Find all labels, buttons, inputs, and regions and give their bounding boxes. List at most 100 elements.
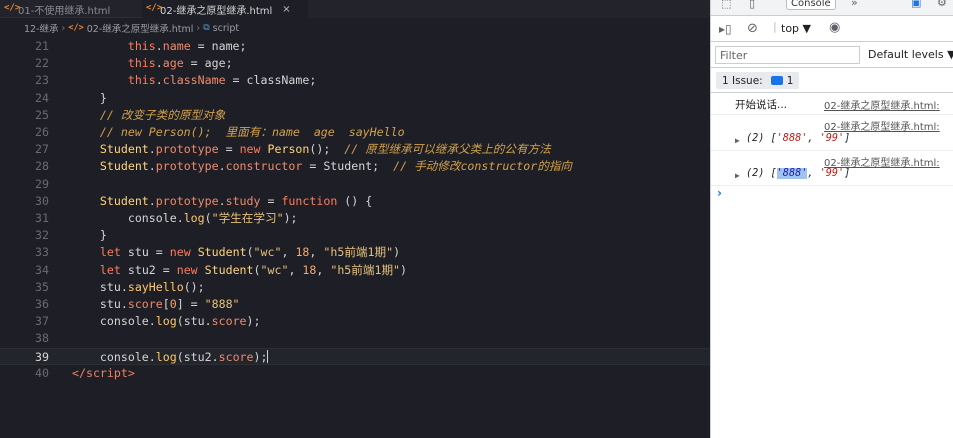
code-line[interactable]: 22 this.age = age;	[0, 55, 710, 72]
code-line[interactable]: 37 console.log(stu.score);	[0, 313, 710, 330]
code-token: "h5前端1期"	[330, 262, 401, 277]
tab-console[interactable]: Console	[786, 0, 836, 10]
code-token: new	[176, 262, 198, 277]
code-token: );	[246, 314, 261, 329]
issue-bubble-icon	[770, 76, 783, 85]
tab-01-no-inheritance[interactable]: </> 01-不使用继承.html	[0, 0, 142, 18]
code-token: score	[218, 349, 254, 364]
code-token: "wc"	[253, 245, 282, 260]
sidebar-toggle-icon[interactable]: ▸▯	[719, 22, 732, 36]
array-item-selected: '888'	[776, 168, 808, 179]
code-token: [	[162, 297, 170, 311]
html-file-icon: </>	[4, 3, 21, 13]
settings-icon[interactable]: ⚙	[937, 0, 947, 9]
code-line[interactable]: 25 // 改变子类的原型对象	[0, 107, 710, 124]
symbol-icon: ⧉	[203, 23, 210, 33]
live-expression-eye-icon[interactable]: ◉	[829, 20, 840, 35]
code-line[interactable]: 34 let stu2 = new Student("wc", 18, "h5前…	[0, 262, 710, 279]
code-token: "h5前端1期"	[323, 245, 394, 260]
tab-label: 02-继承之原型继承.html	[160, 5, 273, 17]
code-line[interactable]: 26 // new Person(); 里面有：name age sayHell…	[0, 124, 710, 141]
device-toolbar-icon[interactable]: ▯	[749, 0, 755, 10]
code-token: log	[155, 349, 177, 364]
tab-02-prototype-inheritance[interactable]: </> 02-继承之原型继承.html ×	[142, 0, 308, 18]
code-token: (	[246, 245, 254, 260]
code-token: = className;	[225, 73, 317, 88]
code-line[interactable]: 31 console.log("学生在学习");	[0, 210, 710, 227]
code-line[interactable]: 27 Student.prototype = new Person(); // …	[0, 141, 710, 158]
code-token: // 改变子类的原型对象	[99, 107, 226, 122]
code-token: name	[162, 39, 191, 53]
code-line[interactable]: 40 </script>	[0, 365, 710, 382]
code-line[interactable]: 33 let stu = new Student("wc", 18, "h5前端…	[0, 244, 710, 261]
code-token: stu.	[72, 279, 128, 294]
code-token: stu.	[72, 297, 128, 311]
code-line[interactable]: 29	[0, 176, 710, 193]
code-token: Student	[99, 193, 149, 208]
context-value: top	[781, 22, 800, 35]
code-token: "888"	[204, 297, 240, 311]
log-levels-dropdown[interactable]: Default levels ▼	[868, 48, 953, 61]
code-token: "wc"	[260, 262, 289, 277]
tab-label: 01-不使用继承.html	[18, 5, 111, 17]
breadcrumb-folder[interactable]: 12-继承	[24, 21, 59, 35]
code-token: .	[218, 159, 226, 174]
code-text: stu.sayHello();	[72, 279, 205, 296]
code-token: log	[155, 314, 177, 329]
code-token: ] =	[176, 297, 205, 311]
code-editor: </> 01-不使用继承.html </> 02-继承之原型继承.html × …	[0, 0, 710, 438]
code-line[interactable]: 24 }	[0, 90, 710, 107]
expand-triangle-icon[interactable]: ▶	[735, 136, 740, 145]
filter-input[interactable]: Filter	[715, 46, 860, 64]
issues-icon[interactable]: ▣	[911, 0, 921, 9]
expand-triangle-icon[interactable]: ▶	[735, 171, 740, 180]
close-tab-icon[interactable]: ×	[282, 4, 290, 15]
code-token: () {	[337, 193, 373, 208]
array-item: '99'	[819, 168, 845, 179]
code-line[interactable]: 39 console.log(stu2.score);	[0, 347, 710, 365]
code-line[interactable]: 28 Student.prototype.constructor = Stude…	[0, 158, 710, 175]
inspect-element-icon[interactable]: ⬚	[721, 0, 731, 10]
code-token: Student	[197, 245, 247, 260]
line-number: 27	[35, 142, 49, 157]
clear-console-icon[interactable]: ⊘	[747, 21, 758, 36]
code-token: Student	[204, 262, 254, 277]
code-text: }	[72, 90, 107, 107]
code-token: .	[148, 159, 156, 174]
breadcrumb: 12-继承 › </> 02-继承之原型继承.html › ⧉ script	[24, 20, 239, 36]
line-number: 38	[35, 331, 49, 346]
array-preview[interactable]: (2) ['888', '99']	[746, 168, 850, 179]
code-line[interactable]: 32 }	[0, 227, 710, 244]
breadcrumb-file[interactable]: 02-继承之原型继承.html	[87, 21, 194, 35]
array-preview[interactable]: (2) ['888', '99']	[746, 133, 850, 144]
code-token: console.	[72, 211, 184, 225]
code-line[interactable]: 35 stu.sayHello();	[0, 279, 710, 296]
code-line[interactable]: 23 this.className = className;	[0, 72, 710, 89]
source-link[interactable]: 02-继承之原型继承.html:	[824, 97, 940, 112]
code-line[interactable]: 38	[0, 330, 710, 347]
issues-button[interactable]: 1 Issue: 1	[716, 72, 800, 89]
line-number: 37	[35, 314, 49, 329]
code-line[interactable]: 30 Student.prototype.study = function ()…	[0, 193, 710, 210]
code-line[interactable]: 21 this.name = name;	[0, 38, 710, 55]
code-token: ,	[281, 245, 296, 260]
breadcrumb-symbol[interactable]: script	[213, 23, 239, 34]
more-tabs-icon[interactable]: »	[851, 0, 858, 9]
code-token: );	[253, 349, 268, 364]
code-line[interactable]: 36 stu.score[0] = "888"	[0, 296, 710, 313]
console-prompt[interactable]: ›	[717, 186, 722, 200]
context-select[interactable]: top ▼	[781, 22, 811, 35]
tab-bar-empty-area	[308, 0, 710, 18]
code-text: </script>	[72, 365, 135, 382]
source-link[interactable]: 02-继承之原型继承.html:	[824, 118, 940, 133]
code-token: stu =	[120, 245, 170, 260]
code-token: prototype	[155, 142, 219, 157]
source-link[interactable]: 02-继承之原型继承.html:	[824, 154, 940, 169]
